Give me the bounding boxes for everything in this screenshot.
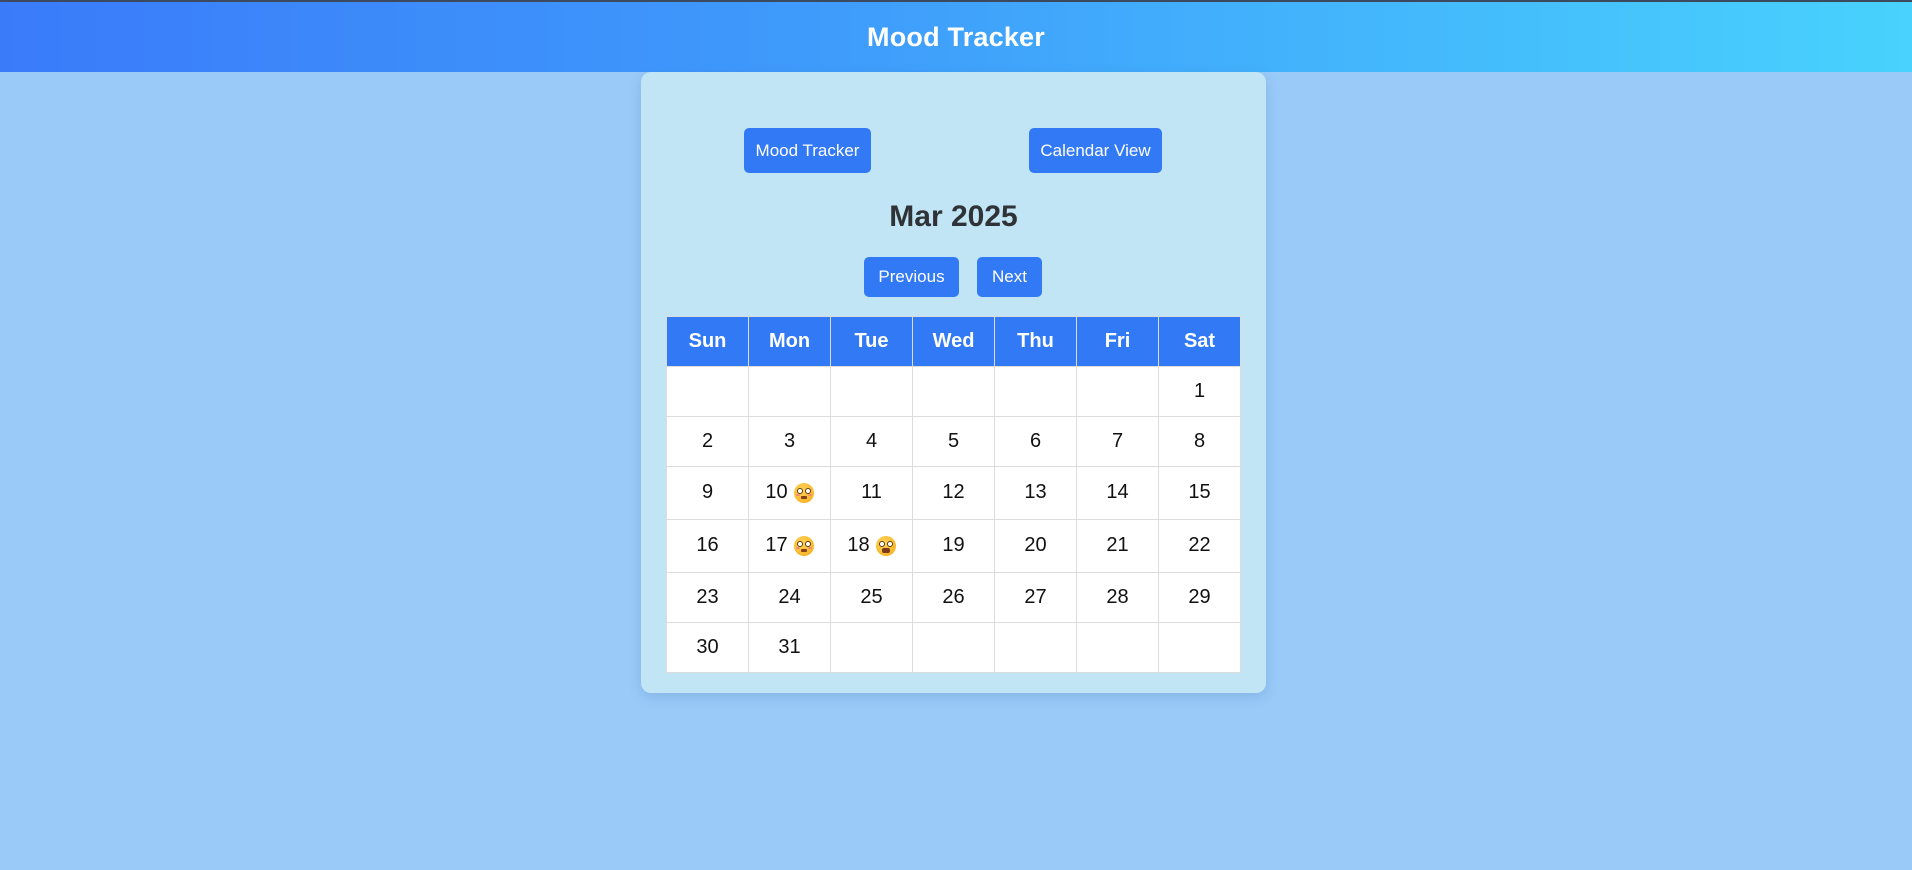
- day-number: 2: [701, 430, 714, 453]
- calendar-day-cell[interactable]: 8: [1158, 416, 1241, 467]
- calendar-day-cell[interactable]: 27: [994, 572, 1077, 623]
- calendar-day-cell: [994, 366, 1077, 417]
- calendar-day-cell[interactable]: 9: [666, 466, 749, 520]
- grimacing-face-emoji-icon: [875, 536, 896, 557]
- calendar-week-row: 23 24 25 26 27 28 29: [666, 572, 1241, 623]
- calendar-day-cell: [994, 622, 1077, 673]
- calendar-week-row: 16 17 18 19 20 21 22: [666, 519, 1241, 573]
- app-header: Mood Tracker: [0, 2, 1912, 72]
- day-number: 29: [1188, 586, 1211, 609]
- calendar-day-cell[interactable]: 4: [830, 416, 913, 467]
- calendar-day-cell[interactable]: 28: [1076, 572, 1159, 623]
- calendar-day-cell[interactable]: 24: [748, 572, 831, 623]
- day-number: 19: [942, 534, 965, 557]
- day-number: 28: [1106, 586, 1129, 609]
- calendar-week-row: 30 31: [666, 622, 1241, 673]
- day-number: 7: [1111, 430, 1124, 453]
- day-number: 21: [1106, 534, 1129, 557]
- weekday-header-row: Sun Mon Tue Wed Thu Fri Sat: [666, 316, 1241, 367]
- calendar-day-cell[interactable]: 1: [1158, 366, 1241, 417]
- weekday-header-wed: Wed: [912, 316, 995, 367]
- day-number: 12: [942, 481, 965, 504]
- day-number: 1: [1193, 380, 1206, 403]
- weekday-header-tue: Tue: [830, 316, 913, 367]
- weekday-header-sat: Sat: [1158, 316, 1241, 367]
- calendar-day-cell[interactable]: 25: [830, 572, 913, 623]
- flushed-face-emoji-icon: [793, 536, 814, 557]
- weekday-header-sun: Sun: [666, 316, 749, 367]
- calendar-day-cell: [830, 366, 913, 417]
- calendar-day-cell[interactable]: 30: [666, 622, 749, 673]
- day-number: 5: [947, 430, 960, 453]
- day-number: 27: [1024, 586, 1047, 609]
- calendar-week-row: 1: [666, 366, 1241, 417]
- calendar-day-cell[interactable]: 26: [912, 572, 995, 623]
- calendar-day-cell[interactable]: 17: [748, 519, 831, 573]
- day-number: 31: [778, 636, 801, 659]
- calendar-day-cell[interactable]: 29: [1158, 572, 1241, 623]
- day-number: 4: [865, 430, 878, 453]
- day-number: 30: [696, 636, 719, 659]
- calendar-day-cell[interactable]: 21: [1076, 519, 1159, 573]
- calendar-day-cell: [1076, 366, 1159, 417]
- calendar-day-cell: [912, 366, 995, 417]
- mood-tracker-button[interactable]: Mood Tracker: [744, 128, 871, 173]
- calendar-day-cell[interactable]: 10: [748, 466, 831, 520]
- day-number: 18: [847, 534, 870, 557]
- day-number: 25: [860, 586, 883, 609]
- day-number: 8: [1193, 430, 1206, 453]
- day-number: 13: [1024, 481, 1047, 504]
- day-number: 22: [1188, 534, 1211, 557]
- app-title: Mood Tracker: [867, 21, 1045, 52]
- calendar-grid: Sun Mon Tue Wed Thu Fri Sat 1 2 3 4 5 6 …: [666, 316, 1241, 673]
- calendar-day-cell[interactable]: 2: [666, 416, 749, 467]
- calendar-day-cell: [666, 366, 749, 417]
- calendar-day-cell[interactable]: 13: [994, 466, 1077, 520]
- day-number: 20: [1024, 534, 1047, 557]
- calendar-day-cell: [1158, 622, 1241, 673]
- day-number: 17: [765, 534, 788, 557]
- day-number: 16: [696, 534, 719, 557]
- weekday-header-mon: Mon: [748, 316, 831, 367]
- calendar-day-cell[interactable]: 6: [994, 416, 1077, 467]
- calendar-day-cell: [830, 622, 913, 673]
- calendar-day-cell[interactable]: 7: [1076, 416, 1159, 467]
- calendar-day-cell[interactable]: 5: [912, 416, 995, 467]
- day-number: 14: [1106, 481, 1129, 504]
- calendar-day-cell[interactable]: 12: [912, 466, 995, 520]
- calendar-day-cell: [1076, 622, 1159, 673]
- calendar-week-row: 9 10 11 12 13 14 15: [666, 466, 1241, 520]
- calendar-card: Mood Tracker Calendar View Mar 2025 Prev…: [641, 72, 1266, 693]
- calendar-day-cell[interactable]: 19: [912, 519, 995, 573]
- day-number: 6: [1029, 430, 1042, 453]
- previous-month-button[interactable]: Previous: [864, 257, 959, 297]
- calendar-day-cell[interactable]: 18: [830, 519, 913, 573]
- calendar-day-cell[interactable]: 16: [666, 519, 749, 573]
- weekday-header-thu: Thu: [994, 316, 1077, 367]
- day-number: 11: [861, 481, 882, 504]
- day-number: 10: [765, 481, 788, 504]
- calendar-day-cell[interactable]: 31: [748, 622, 831, 673]
- flushed-face-emoji-icon: [793, 483, 814, 504]
- calendar-day-cell: [912, 622, 995, 673]
- calendar-day-cell: [748, 366, 831, 417]
- calendar-day-cell[interactable]: 23: [666, 572, 749, 623]
- day-number: 23: [696, 586, 719, 609]
- calendar-week-row: 2 3 4 5 6 7 8: [666, 416, 1241, 467]
- calendar-day-cell[interactable]: 11: [830, 466, 913, 520]
- day-number: 26: [942, 586, 965, 609]
- weekday-header-fri: Fri: [1076, 316, 1159, 367]
- calendar-view-button[interactable]: Calendar View: [1029, 128, 1162, 173]
- month-title: Mar 2025: [889, 200, 1018, 233]
- calendar-day-cell[interactable]: 22: [1158, 519, 1241, 573]
- calendar-day-cell[interactable]: 14: [1076, 466, 1159, 520]
- day-number: 15: [1188, 481, 1211, 504]
- day-number: 24: [778, 586, 801, 609]
- calendar-day-cell[interactable]: 15: [1158, 466, 1241, 520]
- calendar-day-cell[interactable]: 20: [994, 519, 1077, 573]
- day-number: 3: [783, 430, 796, 453]
- next-month-button[interactable]: Next: [977, 257, 1042, 297]
- day-number: 9: [701, 481, 714, 504]
- calendar-day-cell[interactable]: 3: [748, 416, 831, 467]
